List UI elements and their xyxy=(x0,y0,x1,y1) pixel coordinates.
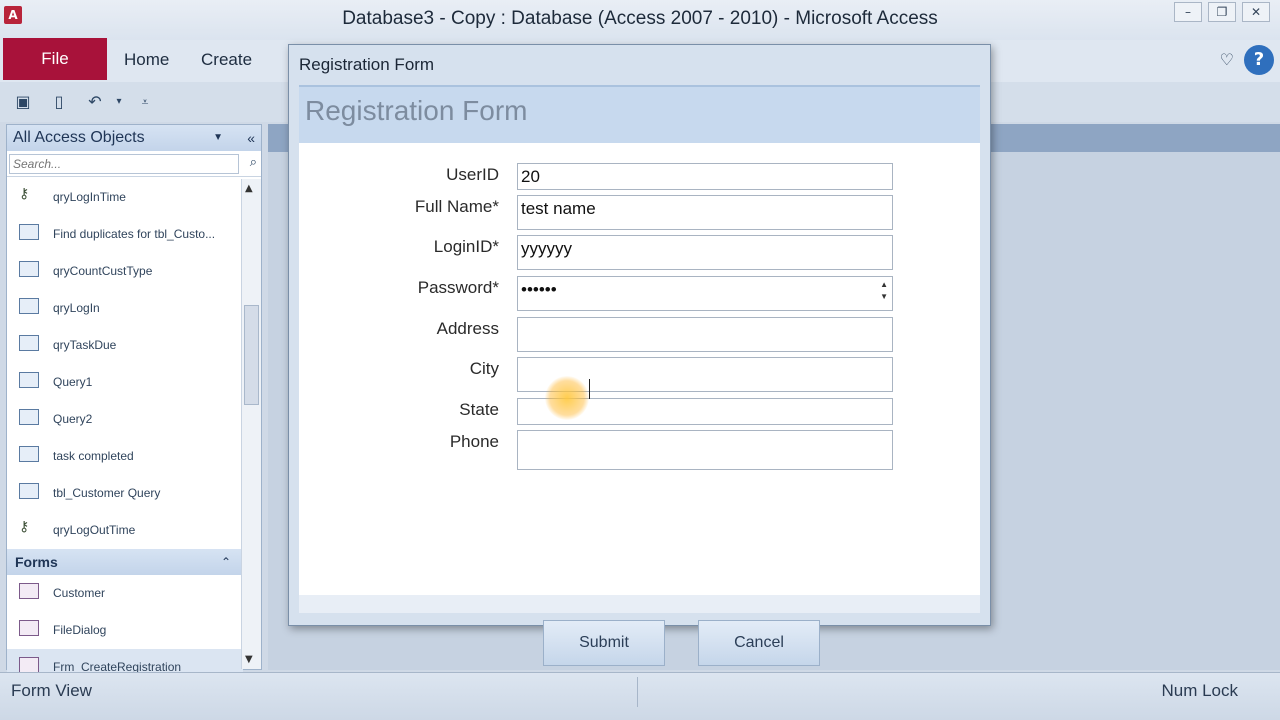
query-icon xyxy=(19,446,39,462)
navigation-pane: All Access Objects ▼ « ⌕ ⚷qryLogInTime F… xyxy=(6,124,262,686)
password-label: Password* xyxy=(417,278,499,297)
minimize-button[interactable]: – xyxy=(1174,2,1202,22)
key-icon: ⚷ xyxy=(19,518,30,534)
nav-search: ⌕ xyxy=(7,151,261,177)
chevron-down-icon[interactable]: ▼ xyxy=(213,125,223,151)
view-status: Form View xyxy=(11,681,92,700)
forms-section-header[interactable]: Forms ⌃ xyxy=(7,549,243,575)
key-icon: ⚷ xyxy=(19,185,30,201)
window-title: Database3 - Copy : Database (Access 2007… xyxy=(342,8,938,29)
save-icon[interactable]: ▣ xyxy=(12,91,34,113)
spin-arrows-icon[interactable]: ▲ ▼ xyxy=(880,279,888,303)
title-bar: A Database3 - Copy : Database (Access 20… xyxy=(0,0,1280,40)
fullname-field[interactable]: test name xyxy=(517,195,893,230)
collapse-icon[interactable]: ⌃ xyxy=(221,549,231,575)
query-icon xyxy=(19,261,39,277)
list-item[interactable]: tbl_Customer Query xyxy=(7,475,243,512)
userid-label: UserID xyxy=(446,165,499,184)
phone-label: Phone xyxy=(449,432,499,451)
nav-header-label: All Access Objects xyxy=(13,129,145,146)
heart-icon[interactable]: ♡ xyxy=(1220,50,1234,69)
list-item[interactable]: Query2 xyxy=(7,401,243,438)
search-icon[interactable]: ⌕ xyxy=(250,155,257,170)
submit-button[interactable]: Submit xyxy=(543,620,665,666)
address-label: Address xyxy=(436,319,499,338)
list-item[interactable]: Find duplicates for tbl_Custo... xyxy=(7,216,243,253)
status-bar: Form View Num Lock xyxy=(0,672,1280,720)
text-caret xyxy=(589,379,590,399)
registration-dialog: Registration Form Registration Form User… xyxy=(288,44,991,666)
file-tab[interactable]: File xyxy=(3,38,107,80)
print-preview-icon[interactable]: ▯ xyxy=(48,91,70,113)
search-input[interactable] xyxy=(9,154,239,174)
nav-header[interactable]: All Access Objects ▼ « xyxy=(7,125,261,151)
form-footer xyxy=(299,595,980,613)
query-icon xyxy=(19,483,39,499)
password-field[interactable]: •••••• ▲ ▼ xyxy=(517,276,893,311)
status-divider xyxy=(637,677,638,707)
scroll-down-icon[interactable]: ▼ xyxy=(245,654,253,665)
list-item[interactable]: qryCountCustType xyxy=(7,253,243,290)
undo-icon[interactable]: ↶ xyxy=(84,91,106,113)
dialog-title: Registration Form xyxy=(299,55,435,74)
list-item[interactable]: qryTaskDue xyxy=(7,327,243,364)
query-icon xyxy=(19,335,39,351)
tab-create[interactable]: Create xyxy=(201,50,252,70)
restore-button[interactable]: ❐ xyxy=(1208,2,1236,22)
mouse-cursor-highlight xyxy=(545,376,589,420)
userid-field[interactable]: 20 xyxy=(517,163,893,190)
undo-dropdown-icon[interactable]: ▾ xyxy=(108,91,130,113)
cancel-button[interactable]: Cancel xyxy=(698,620,820,666)
list-item[interactable]: qryLogIn xyxy=(7,290,243,327)
address-field[interactable] xyxy=(517,317,893,352)
num-lock-indicator: Num Lock xyxy=(1161,681,1238,700)
scroll-thumb[interactable] xyxy=(244,305,259,405)
form-header: Registration Form xyxy=(299,85,980,143)
state-label: State xyxy=(459,400,499,419)
form-body: UserID 20 Full Name* test name LoginID* … xyxy=(299,143,980,666)
list-item[interactable]: Customer xyxy=(7,575,243,612)
form-icon xyxy=(19,657,39,673)
customize-qat-icon[interactable]: ⩡ xyxy=(134,91,156,113)
tab-home[interactable]: Home xyxy=(124,50,169,70)
shutter-bar-icon[interactable]: « xyxy=(247,125,255,151)
query-icon xyxy=(19,224,39,240)
list-item[interactable]: task completed xyxy=(7,438,243,475)
nav-scrollbar[interactable]: ▲ ▼ xyxy=(241,179,261,669)
list-item[interactable]: Query1 xyxy=(7,364,243,401)
loginid-field[interactable]: yyyyyy xyxy=(517,235,893,270)
password-value: •••••• xyxy=(521,280,557,299)
window-controls: – ❐ ✕ xyxy=(1174,2,1270,22)
query-icon xyxy=(19,298,39,314)
form-icon xyxy=(19,620,39,636)
form-title: Registration Form xyxy=(305,95,528,126)
list-item[interactable]: ⚷ qryLogOutTime xyxy=(7,512,243,549)
city-label: City xyxy=(469,359,499,378)
fullname-label: Full Name* xyxy=(414,197,499,216)
nav-object-list: ⚷ qryLogInTime Find duplicates for tbl_Cu… xyxy=(7,179,243,686)
loginid-label: LoginID* xyxy=(433,237,499,256)
query-icon xyxy=(19,409,39,425)
phone-field[interactable] xyxy=(517,430,893,470)
close-button[interactable]: ✕ xyxy=(1242,2,1270,22)
list-item[interactable]: FileDialog xyxy=(7,612,243,649)
query-icon xyxy=(19,372,39,388)
scroll-up-icon[interactable]: ▲ xyxy=(245,183,253,194)
list-item[interactable]: ⚷ qryLogInTime xyxy=(7,179,243,216)
form-icon xyxy=(19,583,39,599)
help-icon[interactable]: ? xyxy=(1244,45,1274,75)
